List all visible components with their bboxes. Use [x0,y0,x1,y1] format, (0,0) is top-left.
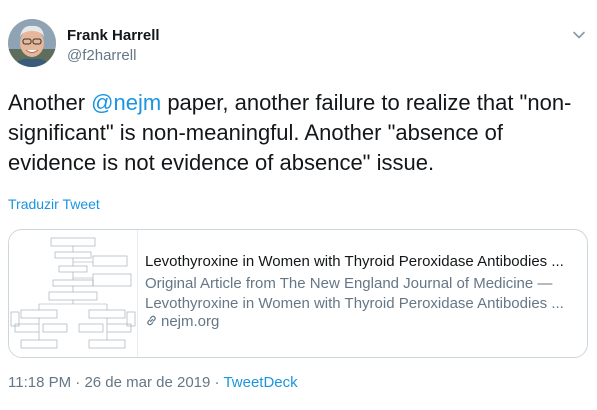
card-title: Levothyroxine in Women with Thyroid Pero… [145,253,564,270]
card-description: Original Article from The New England Jo… [145,274,581,314]
avatar[interactable] [8,19,56,67]
display-name[interactable]: Frank Harrell [67,27,160,44]
tweet-source-link[interactable]: TweetDeck [223,374,297,391]
tweet: Frank Harrell @f2harrell Another @nejm p… [0,0,597,410]
card-thumbnail [9,230,138,357]
card-description-line: Original Article from The New England Jo… [145,275,553,292]
mention-link[interactable]: @nejm [91,90,161,115]
tweet-text: Another @nejm paper, another failure to … [8,88,593,178]
tweet-date[interactable]: 26 de mar de 2019 [84,374,210,391]
card-domain-text: nejm.org [161,313,220,330]
link-icon [147,315,156,326]
card-description-line: Levothyroxine in Women with Thyroid Pero… [145,295,564,312]
flowchart-thumbnail-image [10,237,136,349]
tweet-metadata: 11:18 PM · 26 de mar de 2019 · TweetDeck [8,374,298,391]
tweet-time[interactable]: 11:18 PM [8,374,71,391]
translate-tweet-link[interactable]: Traduzir Tweet [8,196,100,212]
avatar-photo [8,19,56,67]
link-card[interactable]: Levothyroxine in Women with Thyroid Pero… [8,229,588,358]
meta-separator: · [210,374,224,391]
user-handle[interactable]: @f2harrell [67,47,136,64]
chevron-down-icon[interactable] [572,28,586,42]
tweet-text-part: Another [8,90,92,115]
card-domain: nejm.org [145,313,219,330]
meta-separator: · [71,374,85,391]
